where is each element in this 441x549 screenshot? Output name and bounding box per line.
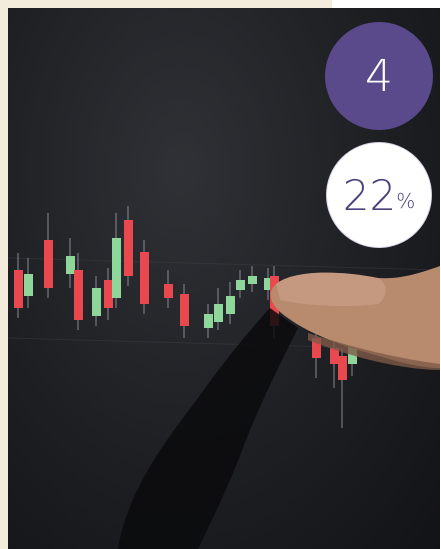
candle-down — [124, 220, 133, 276]
top-white-strip — [332, 0, 441, 8]
candle-up — [236, 280, 245, 290]
percent-unit: % — [396, 189, 416, 213]
candle-down — [338, 356, 347, 380]
candle-up — [248, 276, 257, 284]
count-value: 4 — [365, 50, 393, 102]
percent-badge: 22% — [326, 142, 432, 248]
candle-up — [204, 314, 213, 328]
count-badge: 4 — [325, 22, 433, 130]
percent-value: 22 — [342, 170, 397, 220]
candle-down — [14, 270, 23, 308]
candle-down — [44, 240, 53, 288]
candle-up — [226, 296, 235, 314]
candle-down — [74, 270, 83, 320]
candle-up — [92, 288, 101, 316]
candle-up — [24, 274, 33, 296]
candle-up — [66, 256, 75, 274]
candle-down — [140, 252, 149, 304]
candle-down — [104, 280, 113, 308]
candle-up — [112, 238, 121, 298]
candle-up — [214, 304, 223, 322]
candle-down — [180, 294, 189, 326]
candle-down — [164, 284, 173, 298]
